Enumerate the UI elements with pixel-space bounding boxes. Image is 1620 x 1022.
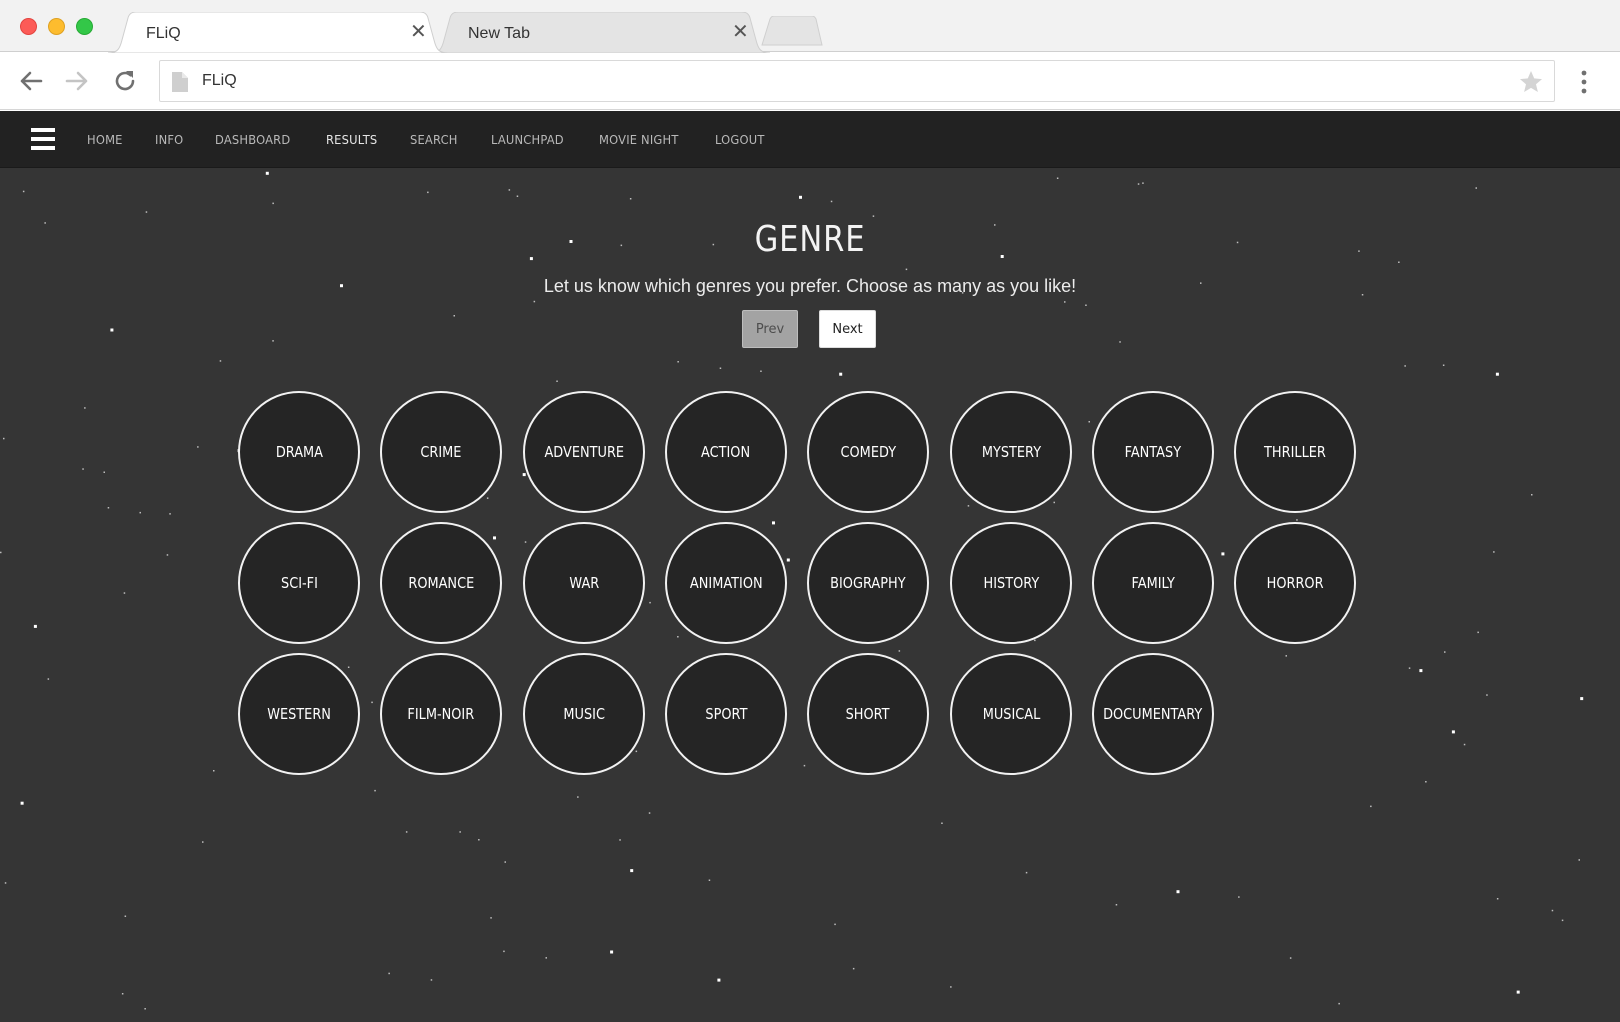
genre-label: HORROR — [1266, 574, 1324, 592]
nav-links: HOME INFO DASHBOARD RESULTS SEARCH LAUNC… — [87, 111, 798, 168]
genre-label: HISTORY — [983, 574, 1039, 592]
genre-mystery[interactable]: MYSTERY — [950, 391, 1072, 513]
genre-war[interactable]: WAR — [523, 522, 645, 644]
genre-fantasy[interactable]: FANTASY — [1092, 391, 1214, 513]
url-text: FLiQ — [202, 72, 237, 89]
page-content: HOME INFO DASHBOARD RESULTS SEARCH LAUNC… — [0, 111, 1620, 1022]
genre-label: ROMANCE — [408, 574, 474, 592]
prev-button[interactable]: Prev — [742, 310, 798, 348]
genre-family[interactable]: FAMILY — [1092, 522, 1214, 644]
genre-label: THRILLER — [1264, 443, 1326, 461]
genre-label: ANIMATION — [689, 574, 763, 592]
maximize-window-button[interactable] — [76, 18, 93, 35]
genre-label: SPORT — [704, 705, 748, 723]
genre-comedy[interactable]: COMEDY — [807, 391, 929, 513]
genre-label: FILM-NOIR — [407, 705, 475, 723]
genre-label: MUSICAL — [982, 705, 1040, 723]
genre-label: DOCUMENTARY — [1103, 705, 1203, 723]
genre-romance[interactable]: ROMANCE — [380, 522, 502, 644]
genre-music[interactable]: MUSIC — [523, 653, 645, 775]
genre-label: FANTASY — [1124, 443, 1182, 461]
genre-documentary[interactable]: DOCUMENTARY — [1092, 653, 1214, 775]
page-subtitle: Let us know which genres you prefer. Cho… — [543, 276, 1077, 296]
genre-label: SHORT — [846, 705, 890, 723]
genre-animation[interactable]: ANIMATION — [665, 522, 787, 644]
nav-link-dashboard[interactable]: DASHBOARD — [215, 132, 290, 147]
tab-title: New Tab — [468, 25, 530, 42]
genre-label: FAMILY — [1131, 574, 1175, 592]
forward-arrow-icon[interactable] — [62, 66, 92, 96]
browser-menu-icon[interactable] — [1576, 68, 1592, 96]
tab-title: FLiQ — [146, 25, 181, 42]
tab-close-icon[interactable]: ✕ — [410, 22, 427, 42]
nav-link-search[interactable]: SEARCH — [410, 132, 458, 147]
genre-crime[interactable]: CRIME — [380, 391, 502, 513]
hamburger-menu-icon[interactable] — [31, 128, 55, 152]
genre-thriller[interactable]: THRILLER — [1234, 391, 1356, 513]
genre-label: CRIME — [420, 443, 462, 461]
genre-label: MYSTERY — [981, 443, 1041, 461]
nav-link-home[interactable]: HOME — [87, 132, 123, 147]
genre-biography[interactable]: BIOGRAPHY — [807, 522, 929, 644]
genre-film-noir[interactable]: FILM-NOIR — [380, 653, 502, 775]
genre-history[interactable]: HISTORY — [950, 522, 1072, 644]
genre-label: MUSIC — [563, 705, 605, 723]
nav-link-info[interactable]: INFO — [155, 132, 183, 147]
genre-label: WAR — [569, 574, 599, 592]
page-icon — [172, 72, 188, 92]
genre-western[interactable]: WESTERN — [238, 653, 360, 775]
genre-label: COMEDY — [840, 443, 896, 461]
address-bar[interactable]: FLiQ — [159, 60, 1555, 102]
genre-action[interactable]: ACTION — [665, 391, 787, 513]
browser-tab-fliq[interactable]: FLiQ ✕ — [108, 12, 448, 53]
bookmark-star-icon[interactable] — [1518, 69, 1544, 95]
tab-close-icon[interactable]: ✕ — [732, 22, 749, 42]
page-title: GENRE — [754, 219, 866, 260]
back-arrow-icon[interactable] — [16, 66, 46, 96]
browser-toolbar: FLiQ — [0, 52, 1620, 110]
genre-label: ACTION — [701, 443, 751, 461]
nav-link-logout[interactable]: LOGOUT — [715, 132, 765, 147]
genre-label: SCI-FI — [280, 574, 318, 592]
nav-link-movie-night[interactable]: MOVIE NIGHT — [599, 132, 679, 147]
browser-tab-new-tab[interactable]: New Tab ✕ — [430, 12, 770, 53]
genre-musical[interactable]: MUSICAL — [950, 653, 1072, 775]
genre-label: DRAMA — [275, 443, 323, 461]
genre-label: BIOGRAPHY — [830, 574, 906, 592]
genre-drama[interactable]: DRAMA — [238, 391, 360, 513]
genre-label: ADVENTURE — [544, 443, 624, 461]
browser-tab-strip: FLiQ ✕ New Tab ✕ — [0, 0, 1620, 53]
genre-adventure[interactable]: ADVENTURE — [523, 391, 645, 513]
genre-sport[interactable]: SPORT — [665, 653, 787, 775]
minimize-window-button[interactable] — [48, 18, 65, 35]
genre-sci-fi[interactable]: SCI-FI — [238, 522, 360, 644]
site-navbar: HOME INFO DASHBOARD RESULTS SEARCH LAUNC… — [0, 111, 1620, 168]
genre-label: WESTERN — [267, 705, 331, 723]
nav-link-launchpad[interactable]: LAUNCHPAD — [491, 132, 564, 147]
close-window-button[interactable] — [20, 18, 37, 35]
genre-horror[interactable]: HORROR — [1234, 522, 1356, 644]
next-button[interactable]: Next — [819, 310, 876, 348]
reload-icon[interactable] — [110, 66, 140, 96]
genre-short[interactable]: SHORT — [807, 653, 929, 775]
nav-link-results[interactable]: RESULTS — [326, 132, 377, 147]
